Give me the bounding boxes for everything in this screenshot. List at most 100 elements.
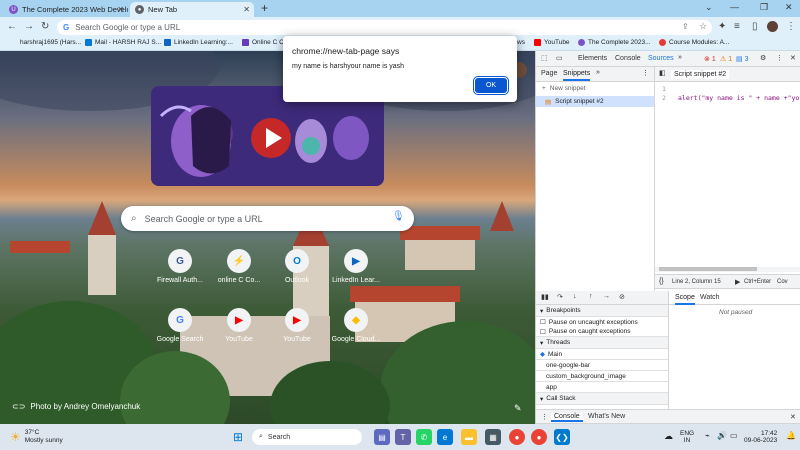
profile-avatar[interactable] xyxy=(767,21,778,32)
deactivate-breakpoints-icon[interactable]: ⊘ xyxy=(619,293,625,301)
tab-snippets[interactable]: Snippets xyxy=(563,70,591,81)
step-into-icon[interactable]: ↓ xyxy=(573,293,577,300)
code-line[interactable]: alert("my name is " + name +"your na xyxy=(678,94,800,102)
window-close-icon[interactable]: ✕ xyxy=(785,2,793,13)
tab-page[interactable]: Page xyxy=(541,70,557,77)
network-icon[interactable]: ⌁ xyxy=(705,431,710,440)
device-toggle-icon[interactable]: ▭ xyxy=(556,54,563,62)
bookmark-item[interactable]: ws xyxy=(517,39,525,46)
volume-icon[interactable]: 🔊 xyxy=(717,431,727,440)
tab-complete-web-dev[interactable]: U The Complete 2023 Web Develo ✕ xyxy=(4,2,128,17)
pause-icon[interactable]: ▮▮ xyxy=(541,293,549,301)
pretty-print-icon[interactable]: {} xyxy=(659,278,664,285)
battery-icon[interactable]: ▭ xyxy=(730,431,738,440)
inspect-icon[interactable]: ⬚ xyxy=(541,54,548,62)
bookmark-item[interactable]: The Complete 2023... xyxy=(578,39,651,46)
tab-search-chevron-icon[interactable]: ⌄ xyxy=(705,2,713,13)
thread-item[interactable]: ◆ Main xyxy=(536,349,668,360)
store-icon[interactable]: ▦ xyxy=(485,429,501,445)
drawer-tab-console[interactable]: Console xyxy=(551,413,583,422)
more-tabs-icon[interactable]: » xyxy=(596,69,600,76)
forward-arrow-icon[interactable]: → xyxy=(24,21,34,32)
scrollbar-thumb[interactable] xyxy=(659,267,757,271)
close-icon[interactable]: ✕ xyxy=(243,5,250,14)
tab-console[interactable]: Console xyxy=(615,55,641,62)
chrome-icon[interactable]: ● xyxy=(531,429,547,445)
pause-caught-checkbox[interactable]: ☐ Pause on caught exceptions xyxy=(536,327,668,337)
settings-gear-icon[interactable]: ⚙ xyxy=(760,54,766,62)
bookmark-item[interactable]: Mail - HARSH RAJ S... xyxy=(85,39,161,46)
share-icon[interactable]: ⇪ xyxy=(682,22,689,31)
navigator-menu-icon[interactable]: ⋮ xyxy=(642,69,649,77)
language-indicator[interactable]: ENG IN xyxy=(680,430,694,444)
edge-icon[interactable]: e xyxy=(437,429,453,445)
close-icon[interactable]: ✕ xyxy=(117,5,124,14)
bookmark-item[interactable]: Online C C xyxy=(242,39,284,46)
callstack-header[interactable]: ▾ Call Stack xyxy=(536,393,668,405)
cloud-icon[interactable]: ☁ xyxy=(664,431,673,442)
shortcut-tile[interactable]: G Google Search xyxy=(150,308,210,343)
weather-widget[interactable]: ☀ 37°C Mostly sunny xyxy=(10,429,63,445)
new-snippet-button[interactable]: + New snippet xyxy=(542,85,586,92)
reload-icon[interactable]: ↻ xyxy=(41,21,49,32)
step-over-icon[interactable]: ↷ xyxy=(557,293,563,301)
drawer-close-icon[interactable]: ✕ xyxy=(790,413,796,421)
ok-button[interactable]: OK xyxy=(473,76,509,95)
notification-bell-icon[interactable]: 🔔 xyxy=(786,431,796,440)
shortcut-tile[interactable]: ▶ LinkedIn Lear... xyxy=(326,249,386,284)
shortcut-tile[interactable]: ◆ Google Cloud... xyxy=(326,308,386,343)
minimize-icon[interactable]: — xyxy=(730,2,739,12)
new-tab-plus-icon[interactable]: + xyxy=(261,1,268,15)
shortcut-tile[interactable]: G Firewall Auth... xyxy=(150,249,210,284)
devtools-menu-icon[interactable]: ⋮ xyxy=(776,54,783,62)
whatsapp-icon[interactable]: ✆ xyxy=(416,429,432,445)
taskbar-search[interactable]: ⌕ Search xyxy=(252,429,362,445)
chrome-icon[interactable]: ● xyxy=(509,429,525,445)
tab-sources[interactable]: Sources xyxy=(648,55,674,62)
shortcut-tile[interactable]: ▶ YouTube xyxy=(267,308,327,343)
drawer-tab-whats-new[interactable]: What's New xyxy=(588,413,625,420)
toggle-navigator-icon[interactable]: ◧ xyxy=(659,69,666,77)
customize-pencil-icon[interactable]: ✎ xyxy=(514,403,522,414)
more-tabs-icon[interactable]: » xyxy=(678,54,682,61)
bookmark-item[interactable]: LinkedIn Learning:... xyxy=(164,39,233,46)
tab-watch[interactable]: Watch xyxy=(700,294,720,301)
info-badge[interactable]: ▤ 3 xyxy=(736,55,748,63)
microphone-icon[interactable]: 🎙 xyxy=(392,211,405,222)
back-arrow-icon[interactable]: ← xyxy=(7,21,17,32)
media-control-icon[interactable]: ≡ xyxy=(734,21,740,32)
teams-icon[interactable]: T xyxy=(395,429,411,445)
windows-start-icon[interactable]: ⊞ xyxy=(230,429,246,445)
clock[interactable]: 17:42 09-06-2023 xyxy=(744,430,777,444)
menu-kebab-icon[interactable]: ⋮ xyxy=(786,21,796,32)
restore-icon[interactable]: ❐ xyxy=(760,2,768,13)
task-view-icon[interactable]: ▤ xyxy=(374,429,390,445)
tab-new-tab[interactable]: ● New Tab ✕ xyxy=(130,2,254,17)
shortcut-tile[interactable]: O Outlook xyxy=(267,249,327,284)
thread-item[interactable]: app xyxy=(536,382,668,393)
shortcut-tile[interactable]: ⚡ online C Co... xyxy=(209,249,269,284)
vscode-icon[interactable]: ❮❯ xyxy=(554,429,570,445)
threads-header[interactable]: ▾ Threads xyxy=(536,337,668,349)
photo-credit[interactable]: ⊂⊃ Photo by Andrey Omelyanchuk xyxy=(12,402,140,411)
step-out-icon[interactable]: ↑ xyxy=(589,293,593,300)
tab-elements[interactable]: Elements xyxy=(578,55,607,62)
devtools-close-icon[interactable]: ✕ xyxy=(790,54,796,62)
shortcut-tile[interactable]: ▶ YouTube xyxy=(209,308,269,343)
thread-item[interactable]: one-google-bar xyxy=(536,360,668,371)
bookmark-item[interactable]: harshraj1695 (Hars... xyxy=(20,39,81,46)
bookmark-item[interactable]: YouTube xyxy=(534,39,570,46)
bookmark-star-icon[interactable]: ☆ xyxy=(699,21,707,32)
breakpoints-header[interactable]: ▾ Breakpoints xyxy=(536,305,668,317)
file-explorer-icon[interactable]: ▬ xyxy=(461,429,477,445)
snippet-item[interactable]: ▤ Script snippet #2 xyxy=(536,96,654,107)
step-icon[interactable]: → xyxy=(603,293,610,300)
pause-uncaught-checkbox[interactable]: ☐ Pause on uncaught exceptions xyxy=(536,317,668,327)
bookmark-item[interactable]: Course Modules: A... xyxy=(659,39,729,46)
omnibox[interactable]: G Search Google or type a URL ⇪ ☆ xyxy=(57,20,712,35)
tab-scope[interactable]: Scope xyxy=(675,294,695,305)
extensions-puzzle-icon[interactable]: ✦ xyxy=(718,21,726,32)
drawer-menu-icon[interactable]: ⋮ xyxy=(541,413,548,421)
editor-file-tab[interactable]: Script snippet #2 xyxy=(671,70,730,79)
side-panel-icon[interactable]: ▯ xyxy=(752,21,758,32)
